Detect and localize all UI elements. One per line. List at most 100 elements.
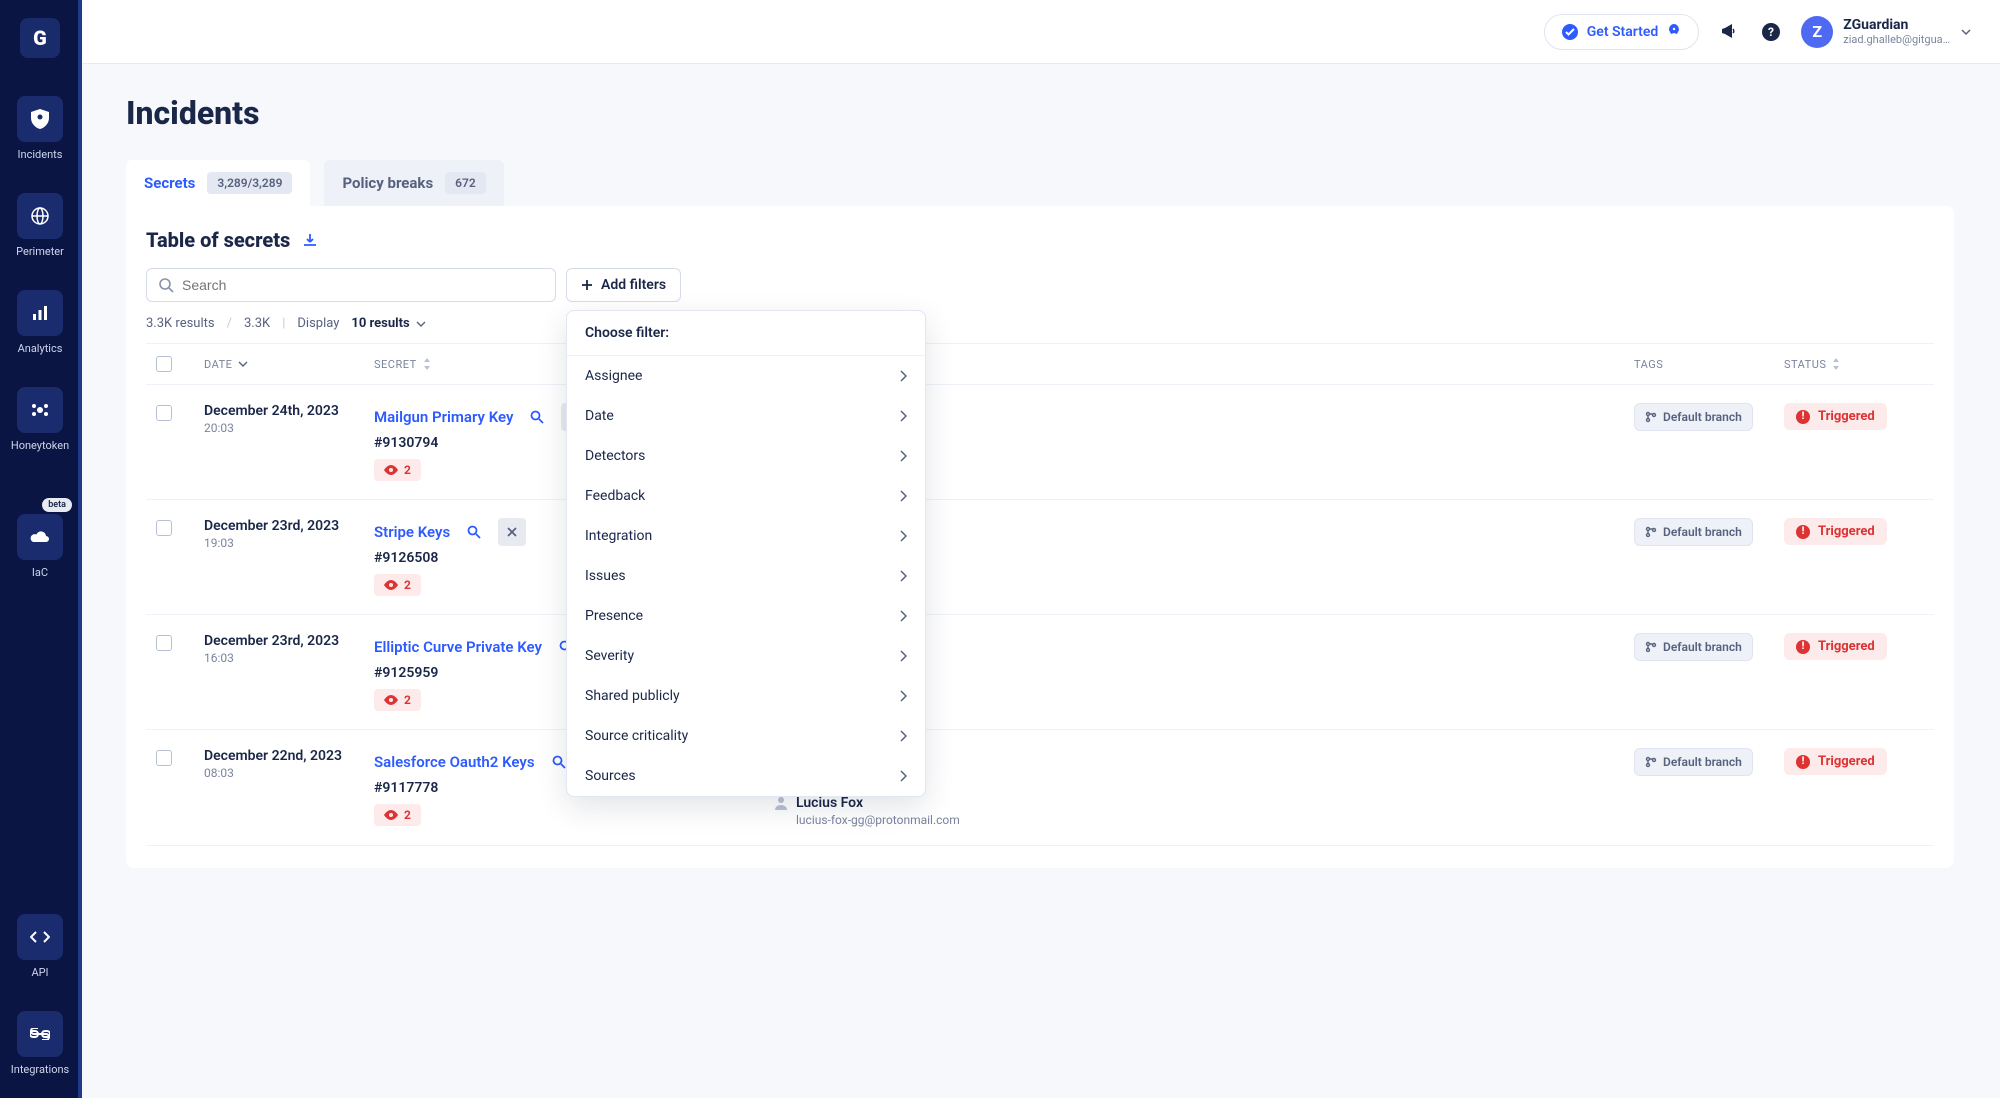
col-date[interactable]: DATE (204, 358, 374, 371)
row-time: 16:03 (204, 651, 374, 665)
chevron-right-icon (899, 690, 907, 702)
row-date: December 23rd, 2023 (204, 518, 374, 534)
filter-option[interactable]: Sources (567, 756, 925, 796)
sidebar-item-perimeter[interactable]: Perimeter (4, 183, 76, 266)
branch-icon (1645, 411, 1657, 423)
display-value: 10 results (351, 316, 409, 331)
magnify-icon[interactable] (523, 403, 551, 431)
sidebar-item-iac[interactable]: beta IaC (4, 504, 76, 587)
search-icon (159, 278, 174, 293)
cloud-icon (17, 514, 63, 560)
table-row: December 23rd, 2023 16:03 Elliptic Curve… (146, 615, 1934, 730)
row-time: 19:03 (204, 536, 374, 550)
tag-chip: Default branch (1634, 518, 1753, 546)
secret-link[interactable]: Stripe Keys (374, 523, 450, 541)
tag-chip: Default branch (1634, 633, 1753, 661)
alert-icon: ! (1796, 640, 1810, 654)
topbar: Get Started ? Z ZGuardian ziad.ghalleb@g… (80, 0, 2000, 64)
avatar: Z (1801, 16, 1833, 48)
eye-icon (384, 810, 398, 820)
occurrences-badge: 2 (374, 459, 421, 481)
plus-icon (581, 279, 593, 291)
filter-option-label: Detectors (585, 448, 645, 464)
table-header: DATE SECRET TAGS STATUS (146, 343, 1934, 385)
results-total: 3.3K (244, 316, 270, 331)
sidebar-item-incidents[interactable]: Incidents (4, 86, 76, 169)
row-date: December 23rd, 2023 (204, 633, 374, 649)
filter-option[interactable]: Detectors (567, 436, 925, 476)
sidebar-item-api[interactable]: API (4, 904, 76, 987)
chevron-right-icon (899, 650, 907, 662)
filter-option[interactable]: Source criticality (567, 716, 925, 756)
filter-option[interactable]: Shared publicly (567, 676, 925, 716)
chevron-right-icon (899, 450, 907, 462)
hex-icon (17, 387, 63, 433)
sort-icon (423, 358, 431, 370)
sidebar-item-analytics[interactable]: Analytics (4, 280, 76, 363)
magnify-icon[interactable] (460, 518, 488, 546)
sidebar: G Incidents Perimeter Analytics Honeytok… (0, 0, 80, 1098)
col-status-label: STATUS (1784, 358, 1826, 371)
secret-link[interactable]: Mailgun Primary Key (374, 408, 513, 426)
filter-option[interactable]: Issues (567, 556, 925, 596)
filter-option-label: Feedback (585, 488, 645, 504)
display-select[interactable]: 10 results (351, 316, 425, 331)
tab-policy-breaks[interactable]: Policy breaks 672 (324, 160, 503, 206)
search-input[interactable] (146, 268, 556, 302)
tabs: Secrets 3,289/3,289 Policy breaks 672 (126, 160, 1954, 206)
filter-option[interactable]: Date (567, 396, 925, 436)
chevron-right-icon (899, 490, 907, 502)
secrets-panel: Table of secrets Add filters (126, 206, 1954, 868)
alert-icon: ! (1796, 525, 1810, 539)
row-checkbox[interactable] (156, 750, 172, 766)
globe-icon (17, 193, 63, 239)
filter-option[interactable]: Integration (567, 516, 925, 556)
table-row: December 22nd, 2023 08:03 Salesforce Oau… (146, 730, 1934, 846)
chevron-right-icon (899, 610, 907, 622)
app-logo[interactable]: G (20, 18, 60, 58)
secret-link[interactable]: Salesforce Oauth2 Keys (374, 753, 535, 771)
chevron-down-icon (1960, 26, 1972, 38)
help-icon[interactable]: ? (1759, 20, 1783, 44)
secret-link[interactable]: Elliptic Curve Private Key (374, 638, 542, 656)
user-menu[interactable]: Z ZGuardian ziad.ghalleb@gitgua… (1801, 16, 1972, 48)
rocket-icon (1666, 24, 1682, 40)
sidebar-item-label: Integrations (11, 1063, 69, 1076)
filter-option[interactable]: Assignee (567, 356, 925, 396)
row-checkbox[interactable] (156, 635, 172, 651)
get-started-button[interactable]: Get Started (1544, 14, 1700, 50)
branch-icon (1645, 526, 1657, 538)
download-icon[interactable] (302, 232, 318, 248)
filter-option-label: Presence (585, 608, 643, 624)
tag-chip: Default branch (1634, 403, 1753, 431)
status-badge: ! Triggered (1784, 518, 1887, 545)
filter-option-label: Shared publicly (585, 688, 680, 704)
sidebar-item-integrations[interactable]: Integrations (4, 1001, 76, 1084)
select-all-checkbox[interactable] (156, 356, 172, 372)
filter-option-label: Date (585, 408, 614, 424)
tab-secrets[interactable]: Secrets 3,289/3,289 (126, 160, 310, 206)
close-icon[interactable] (498, 518, 526, 546)
user-name: ZGuardian (1843, 17, 1950, 33)
panel-title: Table of secrets (146, 228, 290, 252)
announcements-icon[interactable] (1717, 20, 1741, 44)
chevron-right-icon (899, 730, 907, 742)
user-email: ziad.ghalleb@gitgua… (1843, 33, 1950, 46)
row-checkbox[interactable] (156, 405, 172, 421)
filter-option[interactable]: Feedback (567, 476, 925, 516)
search-field[interactable] (182, 277, 543, 293)
col-tags-label: TAGS (1634, 358, 1663, 371)
link-icon (17, 1011, 63, 1057)
sidebar-item-honeytoken[interactable]: Honeytoken (4, 377, 76, 460)
row-checkbox[interactable] (156, 520, 172, 536)
shield-icon (17, 96, 63, 142)
add-filters-button[interactable]: Add filters (566, 268, 681, 302)
col-status[interactable]: STATUS (1784, 358, 1924, 371)
person-icon (774, 796, 788, 810)
tag-chip: Default branch (1634, 748, 1753, 776)
filter-option[interactable]: Presence (567, 596, 925, 636)
results-count: 3.3K results (146, 316, 215, 331)
status-badge: ! Triggered (1784, 403, 1887, 430)
chevron-down-icon (416, 319, 426, 329)
filter-option[interactable]: Severity (567, 636, 925, 676)
